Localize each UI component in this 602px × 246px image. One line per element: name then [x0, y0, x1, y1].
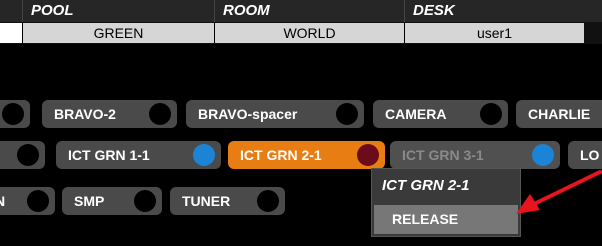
chip-smp[interactable]: SMP — [62, 187, 162, 215]
chip-ict-grn-1-1[interactable]: ICT GRN 1-1 — [56, 141, 221, 169]
toggle-knob[interactable] — [134, 190, 156, 212]
release-menu-item[interactable]: RELEASE — [374, 205, 518, 234]
header-room: ROOM — [214, 0, 404, 22]
chip-bravo-spacer[interactable]: BRAVO-spacer — [186, 100, 364, 128]
chip-partial-left-row1[interactable] — [0, 100, 30, 128]
annotation-arrow-icon — [516, 170, 602, 214]
chip-charlie[interactable]: CHARLIE — [516, 100, 602, 128]
active-indicator-icon[interactable] — [193, 144, 215, 166]
context-menu-title: ICT GRN 2-1 — [382, 177, 470, 194]
toggle-knob[interactable] — [17, 144, 39, 166]
chip-camera[interactable]: CAMERA — [373, 100, 508, 128]
header-desk: DESK — [404, 0, 584, 22]
header-pool: POOL — [22, 0, 214, 22]
chip-lo[interactable]: LO — [568, 141, 602, 169]
chip-tuner[interactable]: TUNER — [170, 187, 285, 215]
pool-value: GREEN — [22, 23, 214, 43]
chip-bravo-2[interactable]: BRAVO-2 — [42, 100, 177, 128]
chip-ict-grn-3-1[interactable]: ICT GRN 3-1 — [390, 141, 560, 169]
context-menu: ICT GRN 2-1 RELEASE — [371, 168, 521, 237]
toggle-knob[interactable] — [149, 103, 171, 125]
selected-indicator-icon[interactable] — [357, 144, 379, 166]
desk-value: user1 — [404, 23, 584, 43]
toggle-knob[interactable] — [336, 103, 358, 125]
toggle-knob[interactable] — [480, 103, 502, 125]
values-row: GREEN WORLD user1 — [0, 22, 602, 44]
toggle-knob[interactable] — [2, 103, 24, 125]
active-indicator-icon[interactable] — [532, 144, 554, 166]
header-row: POOL ROOM DESK — [0, 0, 602, 22]
header-spacer — [0, 0, 22, 22]
toggle-knob[interactable] — [257, 190, 279, 212]
chip-partial-left-row3[interactable]: N — [0, 187, 55, 215]
chip-partial-left-row2[interactable] — [0, 141, 45, 169]
value-spacer — [0, 23, 22, 43]
chip-ict-grn-2-1[interactable]: ICT GRN 2-1 — [228, 141, 385, 169]
toggle-knob[interactable] — [27, 190, 49, 212]
room-value: WORLD — [214, 23, 404, 43]
